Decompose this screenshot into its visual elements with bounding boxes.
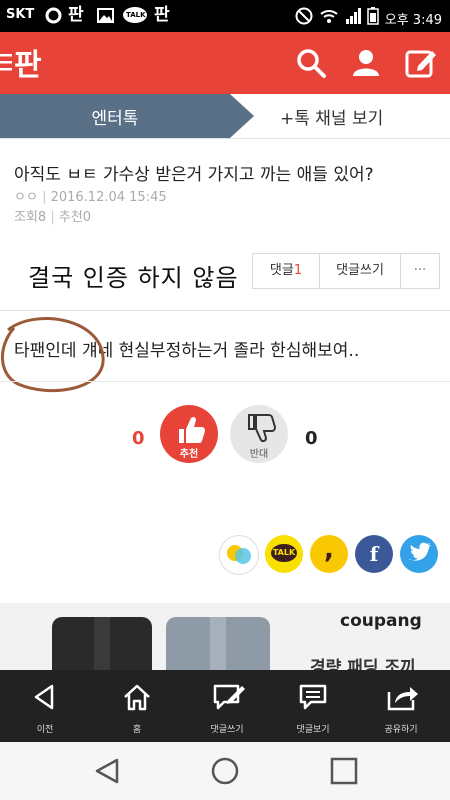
ad-banner[interactable]: coupang 경량 패딩 조끼 bbox=[0, 603, 450, 670]
post-author-date: ㅇㅇ | 2016.12.04 15:45 bbox=[14, 190, 167, 205]
coupang-logo: coupang bbox=[340, 611, 422, 631]
downvote-label: 반대 bbox=[249, 449, 269, 460]
nav-recents-icon[interactable] bbox=[330, 757, 358, 789]
views-count: 8 bbox=[37, 210, 47, 225]
kakaotalk-share-icon[interactable]: TALK bbox=[265, 535, 303, 573]
ad-vest-gray-image bbox=[166, 617, 270, 670]
image-notification-icon bbox=[96, 6, 115, 25]
write-comment-icon bbox=[213, 684, 245, 710]
home-icon bbox=[124, 684, 150, 711]
post-author: ㅇㅇ bbox=[14, 190, 38, 205]
toolbar-home-button[interactable]: 홈 bbox=[92, 670, 182, 742]
downvote-count: 0 bbox=[305, 428, 318, 449]
menu-icon[interactable] bbox=[0, 52, 12, 76]
post-title: 아직도 ㅂㅌ 가수상 받은거 가지고 까는 애들 있어? bbox=[14, 165, 374, 185]
talk-notification-icon: TALK bbox=[122, 6, 148, 25]
toolbar-view-comments-label: 댓글보기 bbox=[296, 725, 330, 735]
o-notification-icon bbox=[44, 6, 63, 25]
comments-count: 1 bbox=[293, 263, 303, 278]
post-stats: 조회8 | 추천0 bbox=[14, 210, 92, 225]
comment-bar: 댓글1 댓글쓰기 ··· bbox=[252, 253, 440, 289]
downvote-button[interactable]: 반대 bbox=[230, 405, 288, 463]
pann-logo[interactable]: 판 bbox=[14, 40, 42, 84]
status-bar: SKT 판 TALK 판 오후 3:49 bbox=[0, 0, 450, 32]
nav-back-icon[interactable] bbox=[93, 757, 121, 789]
share-icon bbox=[387, 687, 418, 711]
recommend-label: 추천 bbox=[58, 210, 83, 225]
pan-notification-icon-2: 판 bbox=[154, 5, 170, 25]
nav-home-icon[interactable] bbox=[210, 756, 240, 790]
search-icon[interactable] bbox=[294, 46, 328, 80]
divider-2 bbox=[0, 381, 450, 382]
bottom-toolbar: 이전 홈 댓글쓰기 댓글보기 공유하기 bbox=[0, 670, 450, 742]
thumbs-down-icon bbox=[248, 414, 277, 443]
pan-notification-icon: 판 bbox=[68, 5, 84, 25]
toolbar-back-label: 이전 bbox=[36, 725, 54, 735]
post-date: 2016.12.04 15:45 bbox=[50, 190, 167, 205]
status-right: 오후 3:49 bbox=[295, 7, 442, 29]
comments-button[interactable]: 댓글1 bbox=[253, 254, 319, 288]
toolbar-home-label: 홈 bbox=[132, 725, 142, 735]
edit-icon[interactable] bbox=[404, 46, 438, 80]
upvote-label: 추천 bbox=[179, 449, 199, 460]
toolbar-view-comments-button[interactable]: 댓글보기 bbox=[268, 670, 358, 742]
circle-annotation bbox=[1, 317, 105, 393]
status-time: 오후 3:49 bbox=[384, 12, 442, 28]
back-arrow-icon bbox=[34, 684, 54, 710]
toolbar-write-comment-button[interactable]: 댓글쓰기 bbox=[182, 670, 272, 742]
wifi-icon bbox=[319, 8, 339, 28]
write-comment-button[interactable]: 댓글쓰기 bbox=[320, 254, 400, 288]
recommend-count: 0 bbox=[82, 210, 92, 225]
more-options-button[interactable]: ··· bbox=[401, 254, 439, 288]
carrier-label: SKT bbox=[6, 7, 35, 22]
toolbar-write-comment-label: 댓글쓰기 bbox=[210, 725, 244, 735]
handwritten-note: 결국 인증 하지 않음 bbox=[28, 264, 239, 292]
battery-icon bbox=[367, 7, 379, 29]
toolbar-share-button[interactable]: 공유하기 bbox=[356, 670, 446, 742]
upvote-count: 0 bbox=[132, 428, 145, 449]
ad-text: 경량 패딩 조끼 bbox=[310, 658, 416, 670]
signal-icon bbox=[345, 8, 361, 28]
twitter-share-icon[interactable] bbox=[400, 535, 438, 573]
tab-entertalk-label: 엔터톡 bbox=[91, 109, 139, 129]
facebook-share-icon[interactable]: f bbox=[355, 535, 393, 573]
do-not-disturb-icon bbox=[295, 7, 313, 29]
views-label: 조회 bbox=[14, 210, 38, 225]
ad-vest-black-image bbox=[52, 617, 152, 670]
app-header: 판 bbox=[0, 32, 450, 94]
tab-bar: 엔터톡 +톡 채널 보기 bbox=[0, 94, 450, 139]
kakaostory-comma-icon[interactable]: , bbox=[310, 535, 348, 573]
upvote-button[interactable]: 추천 bbox=[160, 405, 218, 463]
view-comments-icon bbox=[299, 684, 327, 710]
tab-entertalk[interactable]: 엔터톡 bbox=[0, 94, 255, 138]
tab-channel-view[interactable]: +톡 채널 보기 bbox=[280, 104, 383, 129]
divider bbox=[0, 310, 450, 311]
kakaostory-share-icon[interactable] bbox=[219, 535, 259, 575]
user-icon[interactable] bbox=[349, 46, 383, 80]
android-nav-bar bbox=[0, 742, 450, 800]
toolbar-share-label: 공유하기 bbox=[384, 725, 418, 735]
thumbs-up-icon bbox=[179, 416, 205, 443]
toolbar-back-button[interactable]: 이전 bbox=[0, 670, 90, 742]
